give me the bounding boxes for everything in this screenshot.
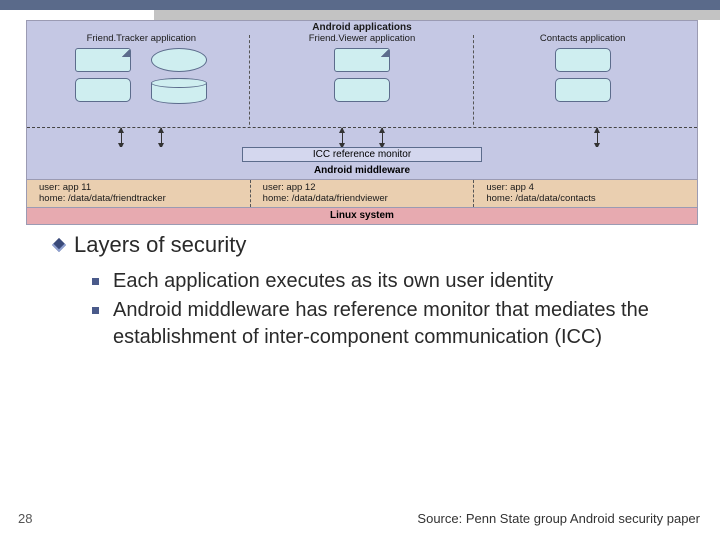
icc-arrow-icon — [382, 128, 383, 148]
list-item: Each application executes as its own use… — [92, 268, 700, 295]
column-divider — [473, 35, 474, 135]
icc-arrow-icon — [342, 128, 343, 148]
slide-gray-band — [154, 10, 720, 20]
slide-top-accent — [0, 0, 720, 10]
icc-arrow-icon — [121, 128, 122, 148]
list-item: Android middleware has reference monitor… — [92, 297, 700, 351]
app-column-title: Friend.Viewer application — [252, 33, 473, 44]
user-column: user: app 11 home: /data/data/friendtrac… — [27, 180, 250, 207]
square-bullet-icon — [92, 307, 99, 314]
activity-icon — [75, 48, 131, 72]
architecture-diagram: Android applications Friend.Tracker appl… — [26, 20, 698, 225]
user-column: user: app 12 home: /data/data/friendview… — [250, 180, 474, 207]
square-bullet-icon — [92, 278, 99, 285]
bullet-text: Each application executes as its own use… — [113, 268, 553, 295]
user-home: home: /data/data/friendviewer — [263, 193, 468, 204]
user-home: home: /data/data/contacts — [486, 193, 691, 204]
icc-arrow-band — [27, 127, 697, 147]
receiver-icon — [555, 78, 611, 102]
app-column: Friend.Tracker application — [31, 33, 252, 125]
receiver-icon — [334, 78, 390, 102]
bullet-list: Each application executes as its own use… — [92, 268, 700, 351]
source-citation: Source: Penn State group Android securit… — [417, 511, 700, 526]
provider-icon — [151, 78, 207, 104]
users-layer: user: app 11 home: /data/data/friendtrac… — [27, 179, 697, 207]
app-column-title: Contacts application — [472, 33, 693, 44]
icc-arrow-icon — [161, 128, 162, 148]
diamond-bullet-icon — [52, 238, 66, 252]
activity-icon — [334, 48, 390, 72]
heading-text: Layers of security — [74, 232, 246, 258]
user-id: user: app 11 — [39, 182, 244, 193]
user-id: user: app 12 — [263, 182, 468, 193]
apps-layer: Android applications Friend.Tracker appl… — [27, 21, 697, 127]
receiver-icon — [555, 48, 611, 72]
app-column: Friend.Viewer application — [252, 33, 473, 125]
page-number: 28 — [18, 511, 32, 526]
slide-body: Layers of security Each application exec… — [54, 232, 700, 353]
user-id: user: app 4 — [486, 182, 691, 193]
service-icon — [151, 48, 207, 72]
icc-arrow-icon — [597, 128, 598, 148]
receiver-icon — [75, 78, 131, 102]
middleware-layer: ICC reference monitor Android middleware — [27, 147, 697, 179]
bullet-text: Android middleware has reference monitor… — [113, 297, 700, 351]
user-column: user: app 4 home: /data/data/contacts — [473, 180, 697, 207]
linux-layer: Linux system — [27, 207, 697, 224]
heading-row: Layers of security — [54, 232, 700, 258]
app-column: Contacts application — [472, 33, 693, 125]
user-home: home: /data/data/friendtracker — [39, 193, 244, 204]
app-column-title: Friend.Tracker application — [31, 33, 252, 44]
icc-monitor-box: ICC reference monitor — [242, 147, 482, 162]
column-divider — [249, 35, 250, 135]
apps-layer-title: Android applications — [27, 21, 697, 33]
middleware-title: Android middleware — [27, 165, 697, 179]
